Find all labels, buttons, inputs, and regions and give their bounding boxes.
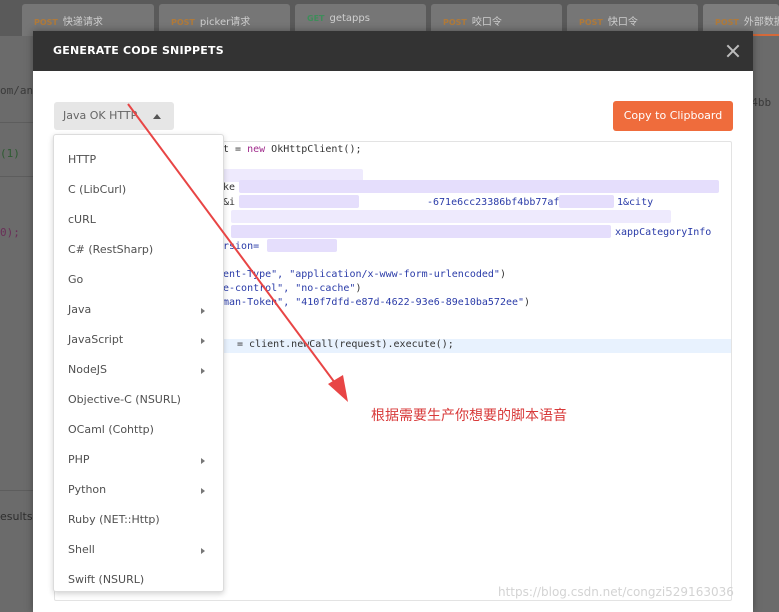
- annotation-arrow-icon: [127, 103, 348, 402]
- watermark: https://blog.csdn.net/congzi529163036: [498, 585, 734, 599]
- annotation-text: 根据需要生产你想要的脚本语音: [371, 408, 567, 424]
